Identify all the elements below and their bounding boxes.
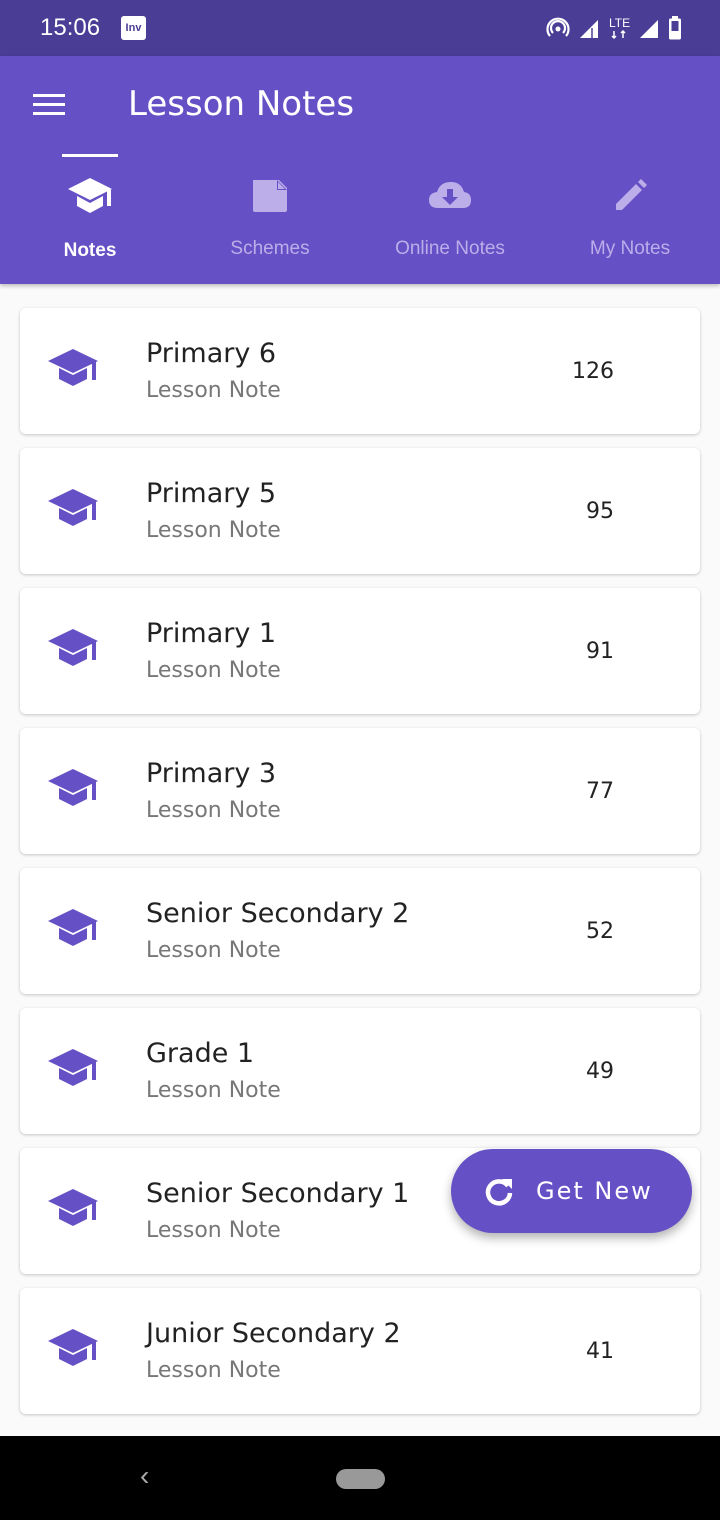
tab-label: Schemes bbox=[230, 238, 310, 259]
note-title: Junior Secondary 2 bbox=[146, 1318, 401, 1349]
note-subtitle: Lesson Note bbox=[146, 658, 281, 683]
note-title: Primary 5 bbox=[146, 478, 277, 509]
graduation-cap-icon bbox=[68, 178, 112, 213]
back-icon[interactable]: ‹ bbox=[140, 1460, 149, 1492]
note-subtitle: Lesson Note bbox=[146, 938, 281, 963]
status-bar: 15:06 Inv LTE bbox=[0, 0, 720, 56]
note-count: 49 bbox=[586, 1059, 614, 1084]
app-bar: Lesson Notes Notes Schemes Online Notes … bbox=[0, 56, 720, 284]
tab-label: My Notes bbox=[589, 238, 671, 259]
status-icons: LTE bbox=[546, 14, 682, 42]
signal-icon bbox=[580, 20, 598, 38]
get-new-label: Get New bbox=[536, 1177, 653, 1205]
note-card[interactable]: Junior Secondary 2 Lesson Note 41 bbox=[20, 1288, 700, 1414]
cloud-download-icon bbox=[429, 182, 471, 208]
system-nav-bar: ‹ bbox=[0, 1436, 720, 1520]
note-card[interactable]: Grade 1 Lesson Note 49 bbox=[20, 1008, 700, 1134]
note-subtitle: Lesson Note bbox=[146, 1358, 281, 1383]
refresh-icon bbox=[485, 1179, 513, 1206]
graduation-cap-icon bbox=[48, 629, 98, 666]
note-title: Senior Secondary 2 bbox=[146, 898, 410, 929]
note-count: 126 bbox=[572, 359, 614, 384]
note-card[interactable]: Senior Secondary 2 Lesson Note 52 bbox=[20, 868, 700, 994]
note-card[interactable]: Primary 5 Lesson Note 95 bbox=[20, 448, 700, 574]
note-card[interactable]: Primary 3 Lesson Note 77 bbox=[20, 728, 700, 854]
note-count: 41 bbox=[586, 1339, 614, 1364]
graduation-cap-icon bbox=[48, 349, 98, 386]
note-count: 52 bbox=[586, 919, 614, 944]
get-new-button[interactable]: Get New bbox=[451, 1149, 692, 1233]
active-tab-indicator bbox=[62, 154, 118, 157]
note-subtitle: Lesson Note bbox=[146, 1078, 281, 1103]
tab-my-notes[interactable]: My Notes bbox=[540, 152, 720, 284]
tab-bar: Notes Schemes Online Notes My Notes bbox=[0, 152, 720, 284]
pencil-icon bbox=[616, 179, 647, 210]
hamburger-menu-icon[interactable] bbox=[33, 94, 65, 118]
note-card[interactable]: Primary 6 Lesson Note 126 bbox=[20, 308, 700, 434]
tab-online-notes[interactable]: Online Notes bbox=[360, 152, 540, 284]
note-count: 91 bbox=[586, 639, 614, 664]
note-subtitle: Lesson Note bbox=[146, 798, 281, 823]
note-count: 77 bbox=[586, 779, 614, 804]
app-notification-icon: Inv bbox=[121, 16, 146, 40]
tab-notes[interactable]: Notes bbox=[0, 152, 180, 284]
note-subtitle: Lesson Note bbox=[146, 1218, 281, 1243]
note-subtitle: Lesson Note bbox=[146, 378, 281, 403]
hotspot-icon bbox=[546, 17, 570, 37]
graduation-cap-icon bbox=[48, 769, 98, 806]
note-title: Grade 1 bbox=[146, 1038, 255, 1069]
graduation-cap-icon bbox=[48, 909, 98, 946]
lte-icon: LTE bbox=[609, 16, 630, 40]
note-count: 95 bbox=[586, 499, 614, 524]
note-title: Senior Secondary 1 bbox=[146, 1178, 410, 1209]
graduation-cap-icon bbox=[48, 1049, 98, 1086]
graduation-cap-icon bbox=[48, 1329, 98, 1366]
notes-list: Primary 6 Lesson Note 126 Primary 5 Less… bbox=[20, 308, 700, 1428]
note-title: Primary 3 bbox=[146, 758, 277, 789]
home-pill-icon[interactable] bbox=[336, 1469, 385, 1489]
tab-label: Notes bbox=[63, 240, 117, 261]
graduation-cap-icon bbox=[48, 489, 98, 526]
note-icon bbox=[253, 180, 287, 212]
tab-label: Online Notes bbox=[395, 238, 505, 259]
signal-full-icon bbox=[640, 20, 658, 38]
page-title: Lesson Notes bbox=[128, 84, 355, 124]
graduation-cap-icon bbox=[48, 1189, 98, 1226]
tab-schemes[interactable]: Schemes bbox=[180, 152, 360, 284]
status-time: 15:06 bbox=[40, 14, 101, 41]
svg-text:LTE: LTE bbox=[609, 16, 630, 30]
battery-icon bbox=[669, 16, 681, 40]
note-title: Primary 1 bbox=[146, 618, 277, 649]
note-title: Primary 6 bbox=[146, 338, 277, 369]
note-card[interactable]: Primary 1 Lesson Note 91 bbox=[20, 588, 700, 714]
note-subtitle: Lesson Note bbox=[146, 518, 281, 543]
